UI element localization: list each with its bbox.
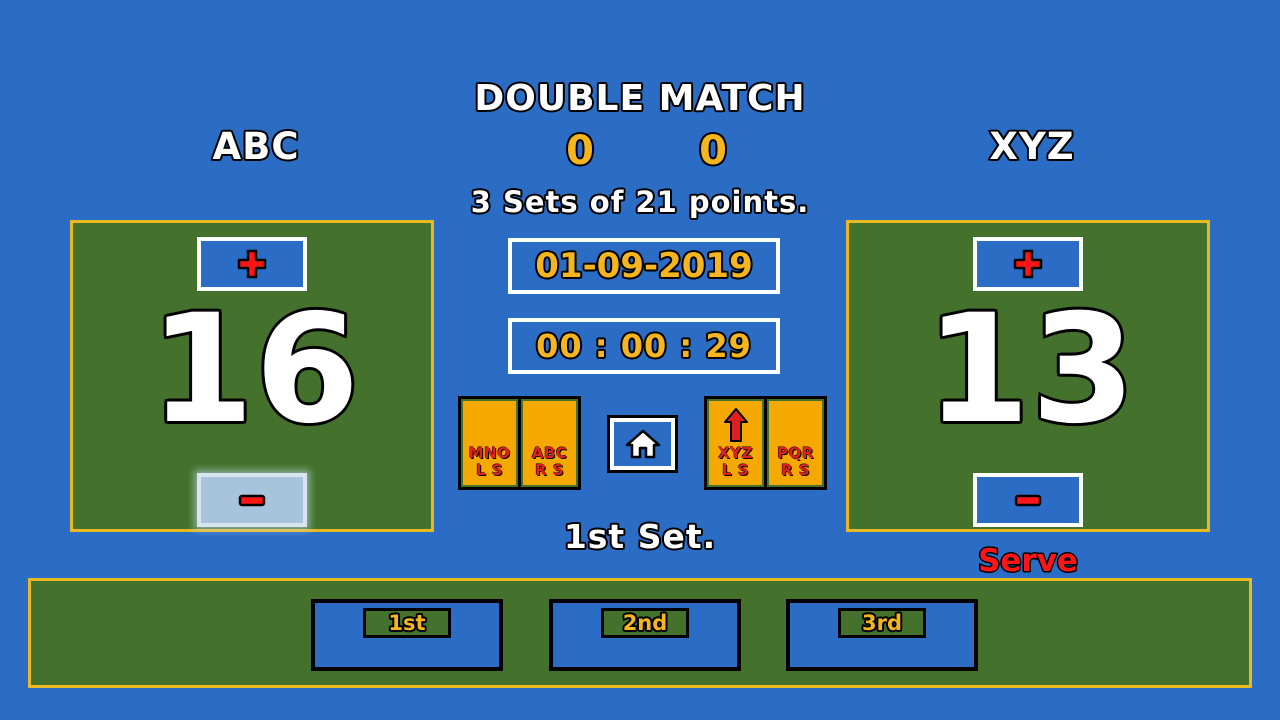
player-side: R S xyxy=(780,461,811,479)
set-button-1[interactable]: 1st xyxy=(311,599,503,671)
match-format-label: 3 Sets of 21 points. xyxy=(469,184,810,221)
player-side: L S xyxy=(475,461,504,479)
score-right: 13 xyxy=(923,283,1138,457)
player-button-left-2[interactable]: ABC R S xyxy=(521,399,578,487)
home-button[interactable] xyxy=(607,415,678,473)
player-side: L S xyxy=(721,461,750,479)
team-name-left: ABC xyxy=(211,124,300,170)
set-selector-bar: 1st 2nd 3rd xyxy=(28,578,1252,688)
set-score-left: 0 xyxy=(565,127,596,176)
serve-arrow-icon xyxy=(723,408,748,442)
current-set-label: 1st Set. xyxy=(562,516,717,558)
set-button-label: 3rd xyxy=(838,608,926,638)
set-button-1-label: 1st xyxy=(387,610,427,637)
player-name: XYZ xyxy=(718,444,753,462)
plus-icon xyxy=(237,249,267,279)
plus-icon xyxy=(1013,249,1043,279)
set-score-right: 0 xyxy=(698,127,729,176)
team-panel-right: 13 xyxy=(846,220,1210,532)
home-icon xyxy=(625,429,660,459)
decrement-score-right-button[interactable] xyxy=(973,473,1083,527)
set-button-2[interactable]: 2nd xyxy=(549,599,741,671)
set-button-label: 2nd xyxy=(601,608,689,638)
decrement-score-left-button[interactable] xyxy=(197,473,307,527)
timer-display: 00 : 00 : 29 xyxy=(508,318,780,374)
player-button-left-1[interactable]: MNO L S xyxy=(461,399,518,487)
score-left: 16 xyxy=(147,283,362,457)
player-button-right-1[interactable]: XYZ L S xyxy=(707,399,764,487)
player-name: MNO xyxy=(468,444,511,462)
team-name-right: XYZ xyxy=(988,124,1075,170)
team-panel-left: 16 xyxy=(70,220,434,532)
set-button-3[interactable]: 3rd xyxy=(786,599,978,671)
match-title: DOUBLE MATCH xyxy=(473,77,806,121)
set-button-3-label: 3rd xyxy=(860,610,903,637)
player-side: R S xyxy=(534,461,565,479)
serve-label: Serve xyxy=(977,542,1079,581)
player-buttons-left: MNO L S ABC R S xyxy=(458,396,581,490)
timer-value: 00 : 00 : 29 xyxy=(535,326,753,367)
scoreboard-screen: DOUBLE MATCH 0 0 3 Sets of 21 points. 01… xyxy=(0,0,1280,720)
player-buttons-right: XYZ L S PQR R S xyxy=(704,396,827,490)
player-button-right-2[interactable]: PQR R S xyxy=(767,399,824,487)
minus-icon xyxy=(1014,494,1042,507)
player-name: PQR xyxy=(777,444,814,462)
set-button-2-label: 2nd xyxy=(621,610,669,637)
minus-icon xyxy=(238,494,266,507)
player-name: ABC xyxy=(531,444,568,462)
set-button-label: 1st xyxy=(363,608,451,638)
date-display: 01-09-2019 xyxy=(508,238,780,294)
date-value: 01-09-2019 xyxy=(534,245,754,288)
